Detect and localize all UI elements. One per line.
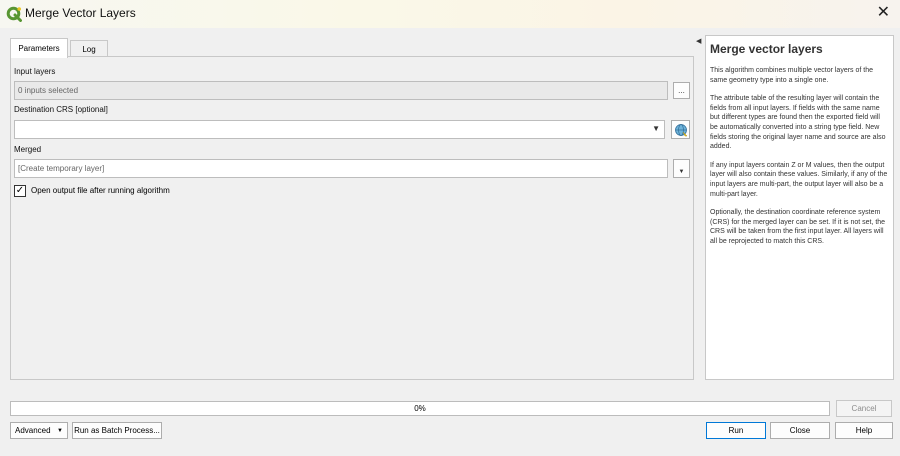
input-layers-browse-button[interactable]: ...: [673, 82, 690, 99]
help-panel: Merge vector layers This algorithm combi…: [705, 35, 894, 380]
help-paragraph: The attribute table of the resulting lay…: [710, 95, 886, 151]
title-bar: Merge Vector Layers ✕: [0, 0, 900, 28]
close-window-icon[interactable]: ✕: [877, 5, 890, 21]
close-button[interactable]: Close: [770, 422, 830, 439]
run-batch-process-button[interactable]: Run as Batch Process...: [72, 422, 162, 439]
cancel-button[interactable]: Cancel: [836, 400, 892, 417]
merged-output-field[interactable]: [Create temporary layer]: [14, 159, 668, 178]
crs-select[interactable]: ▼: [14, 120, 665, 139]
collapse-help-icon[interactable]: ◀: [696, 37, 701, 45]
chevron-down-icon: ▼: [678, 168, 685, 175]
open-output-checkbox[interactable]: ✓: [14, 185, 26, 197]
open-output-label: Open output file after running algorithm: [31, 186, 170, 195]
help-paragraph: This algorithm combines multiple vector …: [710, 67, 874, 84]
run-button[interactable]: Run: [706, 422, 766, 439]
advanced-label: Advanced: [15, 426, 51, 435]
progress-label: 0%: [414, 404, 426, 413]
help-paragraph: If any input layers contain Z or M value…: [710, 161, 888, 198]
crs-selector-button[interactable]: [671, 120, 690, 139]
window-title: Merge Vector Layers: [25, 6, 136, 20]
globe-icon: [674, 123, 688, 136]
chevron-down-icon: ▼: [652, 124, 660, 133]
input-layers-field[interactable]: 0 inputs selected: [14, 81, 668, 100]
advanced-dropdown-button[interactable]: Advanced ▼: [10, 422, 68, 439]
merged-label: Merged: [14, 145, 42, 154]
help-button[interactable]: Help: [835, 422, 893, 439]
checkmark-icon: ✓: [15, 185, 25, 196]
crs-label: Destination CRS [optional]: [14, 105, 108, 114]
help-paragraph: Optionally, the destination coordinate r…: [710, 209, 886, 245]
help-title: Merge vector layers: [710, 42, 823, 56]
qgis-logo-icon: [6, 6, 22, 22]
input-layers-label: Input layers: [14, 67, 56, 76]
parameters-panel: Input layers 0 inputs selected ... Desti…: [10, 56, 694, 380]
merged-output-options-button[interactable]: ▼: [673, 159, 690, 178]
progress-bar: 0%: [10, 401, 830, 416]
tab-log[interactable]: Log: [70, 40, 108, 57]
tab-parameters[interactable]: Parameters: [10, 38, 68, 58]
chevron-down-icon: ▼: [57, 427, 63, 434]
